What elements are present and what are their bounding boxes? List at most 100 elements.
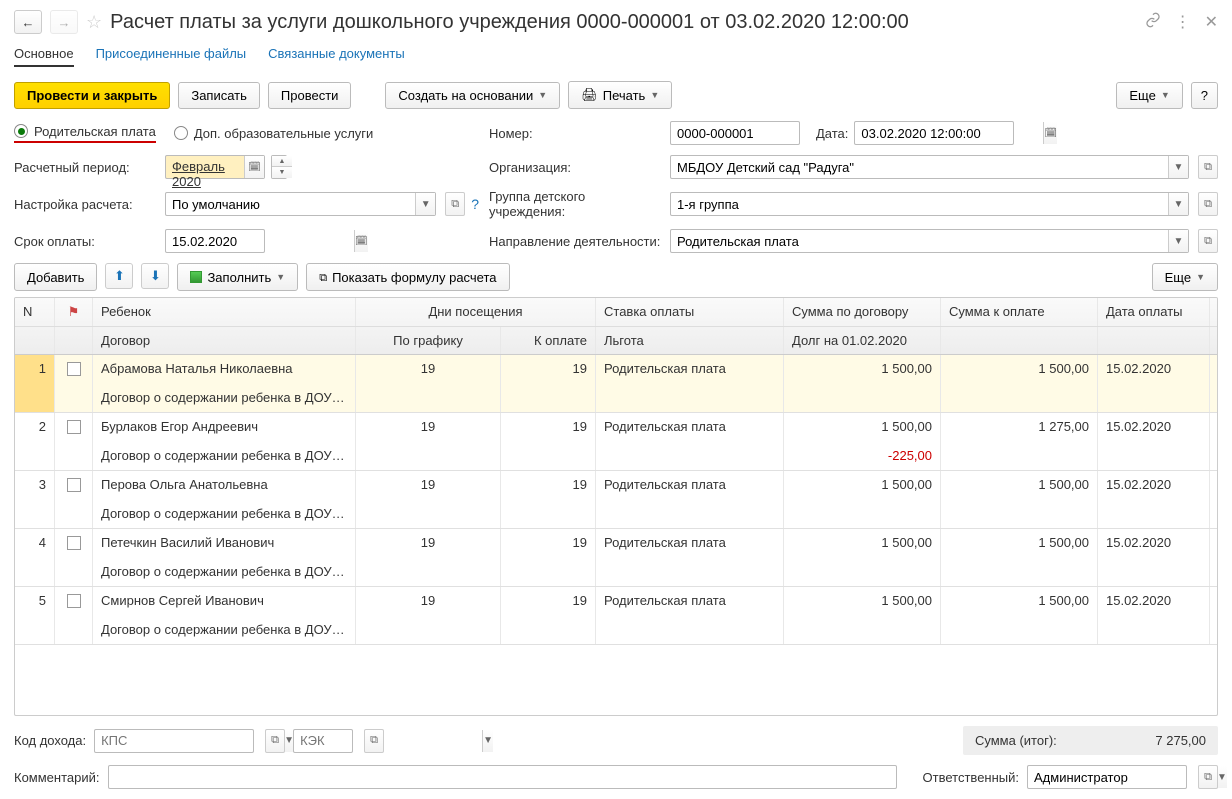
dropdown-icon[interactable]: ▼ <box>1168 156 1188 178</box>
settings-label: Настройка расчета: <box>14 197 159 212</box>
row-rate: Родительская плата <box>596 471 784 500</box>
print-button[interactable]: Печать▼ <box>568 81 672 109</box>
group-input[interactable] <box>671 193 1168 215</box>
move-up-button[interactable]: ⬆ <box>105 263 133 289</box>
table-row[interactable]: 5Смирнов Сергей Иванович1919Родительская… <box>15 587 1217 645</box>
comment-label: Комментарий: <box>14 770 100 785</box>
move-down-button[interactable]: ⬇ <box>141 263 169 289</box>
col-contract[interactable]: Договор <box>93 327 356 354</box>
row-checkbox[interactable] <box>55 413 93 442</box>
link-icon[interactable] <box>1145 12 1161 33</box>
col-schedule[interactable]: По графику <box>356 327 501 354</box>
row-rate: Родительская плата <box>596 413 784 442</box>
radio-unchecked-icon <box>174 126 188 140</box>
print-icon <box>581 87 598 103</box>
row-checkbox[interactable] <box>55 355 93 384</box>
radio-parent-fee[interactable]: Родительская плата <box>14 124 156 143</box>
col-sum-contract[interactable]: Сумма по договору <box>784 298 941 326</box>
org-input[interactable] <box>671 156 1168 178</box>
row-number: 4 <box>15 529 55 558</box>
open-external-icon[interactable] <box>265 729 285 753</box>
row-debt: -225,00 <box>784 442 941 471</box>
open-external-icon[interactable] <box>1198 155 1218 179</box>
col-debt[interactable]: Долг на 01.02.2020 <box>784 327 941 354</box>
dropdown-icon[interactable]: ▼ <box>1168 193 1188 215</box>
caret-down-icon: ▼ <box>650 90 659 100</box>
post-and-close-button[interactable]: Провести и закрыть <box>14 82 170 109</box>
row-contract: Договор о содержании ребенка в ДОУ… <box>93 384 356 413</box>
row-checkbox[interactable] <box>55 587 93 616</box>
col-days[interactable]: Дни посещения <box>356 298 596 326</box>
activity-input[interactable] <box>671 230 1168 252</box>
table-row[interactable]: 3Перова Ольга Анатольевна1919Родительска… <box>15 471 1217 529</box>
row-child: Абрамова Наталья Николаевна <box>93 355 356 384</box>
row-number: 2 <box>15 413 55 442</box>
row-rate: Родительская плата <box>596 587 784 616</box>
dropdown-icon[interactable]: ▼ <box>415 193 435 215</box>
kps-input[interactable] <box>95 730 283 752</box>
open-external-icon[interactable] <box>364 729 384 753</box>
kek-input[interactable] <box>294 730 482 752</box>
row-checkbox[interactable] <box>55 471 93 500</box>
nav-forward-button[interactable]: → <box>50 10 78 34</box>
open-external-icon[interactable] <box>1198 765 1218 789</box>
spinner-up-icon[interactable]: ▲ <box>272 156 292 167</box>
post-button[interactable]: Провести <box>268 82 352 109</box>
table-row[interactable]: 1Абрамова Наталья Николаевна1919Родитель… <box>15 355 1217 413</box>
col-child[interactable]: Ребенок <box>93 298 356 326</box>
settings-input[interactable] <box>166 193 415 215</box>
help-icon[interactable]: ? <box>471 196 479 212</box>
col-sum-pay[interactable]: Сумма к оплате <box>941 298 1098 326</box>
tab-linked-documents[interactable]: Связанные документы <box>268 46 405 67</box>
col-pay-date[interactable]: Дата оплаты <box>1098 298 1210 326</box>
add-row-button[interactable]: Добавить <box>14 263 97 291</box>
row-sum-pay: 1 275,00 <box>941 413 1098 442</box>
save-button[interactable]: Записать <box>178 82 260 109</box>
open-external-icon[interactable] <box>445 192 465 216</box>
org-label: Организация: <box>489 160 664 175</box>
calendar-icon[interactable]: 🗓 <box>244 156 264 178</box>
dropdown-icon[interactable]: ▼ <box>482 730 493 752</box>
responsible-input[interactable] <box>1028 766 1216 788</box>
row-sched: 19 <box>356 413 501 442</box>
table-row[interactable]: 2Бурлаков Егор Андреевич1919Родительская… <box>15 413 1217 471</box>
tab-main[interactable]: Основное <box>14 46 74 67</box>
col-check[interactable]: ⚑ <box>55 298 93 326</box>
help-button[interactable]: ? <box>1191 82 1218 109</box>
nav-back-button[interactable]: ← <box>14 10 42 34</box>
create-based-button[interactable]: Создать на основании▼ <box>385 82 560 109</box>
due-input[interactable] <box>166 230 354 252</box>
tab-attached-files[interactable]: Присоединенные файлы <box>96 46 247 67</box>
period-input[interactable]: Февраль 2020 <box>166 156 244 178</box>
table-more-button[interactable]: Еще▼ <box>1152 263 1218 291</box>
col-rate[interactable]: Ставка оплаты <box>596 298 784 326</box>
open-external-icon[interactable] <box>1198 192 1218 216</box>
comment-input[interactable] <box>109 766 896 788</box>
calendar-icon[interactable]: 🗓 <box>1043 122 1057 144</box>
fill-icon <box>190 271 202 283</box>
row-contract: Договор о содержании ребенка в ДОУ… <box>93 558 356 587</box>
col-n[interactable]: N <box>15 298 55 326</box>
calendar-icon[interactable]: 🗓 <box>354 230 368 252</box>
more-button[interactable]: Еще▼ <box>1116 82 1182 109</box>
row-sched: 19 <box>356 471 501 500</box>
show-formula-button[interactable]: Показать формулу расчета <box>306 263 509 291</box>
dropdown-icon[interactable]: ▼ <box>1168 230 1188 252</box>
close-icon[interactable]: ✕ <box>1205 12 1218 32</box>
row-checkbox[interactable] <box>55 529 93 558</box>
fill-button[interactable]: Заполнить▼ <box>177 263 298 291</box>
row-sum-contract: 1 500,00 <box>784 355 941 384</box>
date-label: Дата: <box>816 126 848 141</box>
row-sum-pay: 1 500,00 <box>941 587 1098 616</box>
main-grid: N ⚑ Ребенок Дни посещения Ставка оплаты … <box>14 297 1218 716</box>
row-sum-pay: 1 500,00 <box>941 529 1098 558</box>
menu-dots-icon[interactable]: ⋮ <box>1175 12 1191 32</box>
table-row[interactable]: 4Петечкин Василий Иванович1919Родительск… <box>15 529 1217 587</box>
favorite-icon[interactable]: ☆ <box>86 12 102 33</box>
open-external-icon[interactable] <box>1198 229 1218 253</box>
col-to-pay[interactable]: К оплате <box>501 327 596 354</box>
date-input[interactable] <box>855 122 1043 144</box>
radio-extra-services[interactable]: Доп. образовательные услуги <box>174 126 373 141</box>
spinner-down-icon[interactable]: ▼ <box>272 167 292 178</box>
col-benefit[interactable]: Льгота <box>596 327 784 354</box>
